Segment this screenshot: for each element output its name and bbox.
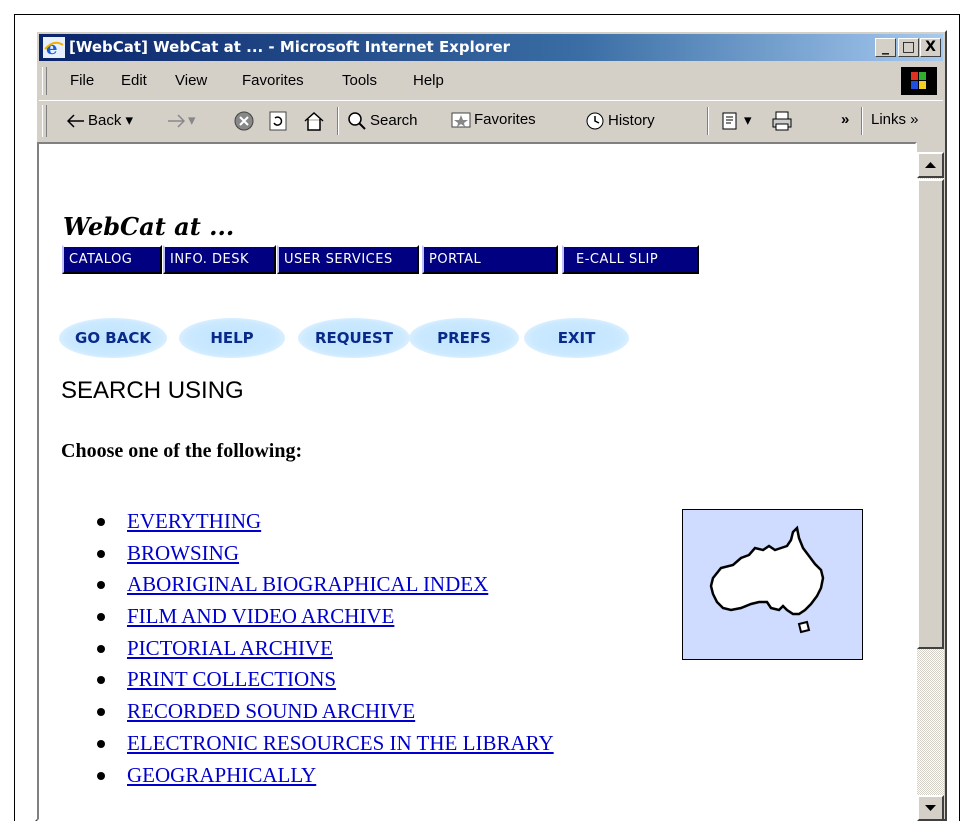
edit-icon [722,112,737,130]
toolbar-separator [707,107,709,135]
australia-map-image[interactable] [682,509,863,660]
option-pictorial-link[interactable]: PICTORIAL ARCHIVE [127,634,333,662]
favorites-label: Favorites [474,111,536,128]
nav-tab-user-services[interactable]: USER SERVICES [277,245,419,274]
forward-button[interactable]: ▾ [167,111,196,129]
bullet [97,518,105,526]
scroll-down-button[interactable] [917,795,944,821]
menu-help[interactable]: Help [413,72,444,89]
maximize-button[interactable]: □ [898,38,919,57]
nav-tab-info-desk[interactable]: INFO. DESK [163,245,276,274]
refresh-icon[interactable] [267,110,289,132]
links-button[interactable]: Links » [871,111,919,128]
page-content: WebCat at ... CATALOG INFO. DESK USER SE… [37,142,917,821]
bullet [97,549,105,558]
stop-icon[interactable] [233,110,255,132]
favorites-icon [451,112,471,128]
search-label: Search [370,111,418,129]
menu-favorites[interactable]: Favorites [242,72,304,89]
vertical-scrollbar[interactable] [917,152,944,821]
scroll-thumb[interactable] [917,179,944,649]
back-label: Back [88,112,122,129]
bullet [97,581,105,590]
bullet [97,739,105,748]
ie-logo-icon: e [43,37,65,58]
toolbar-overflow-button[interactable]: » [841,111,849,128]
bullet [97,771,105,780]
back-arrow-icon [67,114,84,128]
scroll-down-arrow-icon [925,805,936,811]
instruction-text: Choose one of the following: [61,440,303,462]
option-print-collections-link[interactable]: PRINT COLLECTIONS [127,665,336,693]
request-button[interactable]: REQUEST [298,318,410,358]
option-recorded-sound-link[interactable]: RECORDED SOUND ARCHIVE [127,697,415,725]
help-button[interactable]: HELP [179,318,285,358]
browser-window: e [WebCat] WebCat at ... - Microsoft Int… [35,30,947,821]
bullet [97,708,105,717]
close-button[interactable]: X [920,38,941,57]
nav-tab-catalog[interactable]: CATALOG [62,245,162,274]
bullet [97,676,105,685]
australia-outline-icon [709,525,825,634]
menu-edit[interactable]: Edit [121,72,147,89]
standard-toolbar: Back ▾ ▾ Search Favorites History ▾ » Li… [39,100,943,141]
toolbar-separator [861,107,863,135]
toolbar-separator [337,107,339,135]
history-label: History [608,111,655,129]
go-back-button[interactable]: GO BACK [59,318,167,358]
scroll-up-arrow-icon [925,162,936,168]
bullet [97,644,105,653]
option-electronic-resources-link[interactable]: ELECTRONIC RESOURCES IN THE LIBRARY [127,729,554,757]
title-bar[interactable]: e [WebCat] WebCat at ... - Microsoft Int… [39,34,943,61]
menu-grip[interactable] [42,67,47,95]
bullet [97,613,105,622]
nav-tab-portal[interactable]: PORTAL [422,245,558,274]
option-everything-link[interactable]: EVERYTHING [127,507,261,535]
history-button[interactable]: History [585,111,655,131]
scroll-up-button[interactable] [917,152,944,178]
toolbar-grip[interactable] [42,105,47,137]
windows-flag-icon [901,67,937,95]
nav-tab-e-call-slip[interactable]: E-CALL SLIP [562,245,699,274]
forward-arrow-icon [168,114,185,128]
menu-tools[interactable]: Tools [342,72,377,89]
favorites-button[interactable]: Favorites [451,111,536,129]
option-aboriginal-index-link[interactable]: ABORIGINAL BIOGRAPHICAL INDEX [127,570,488,598]
search-icon [348,112,366,130]
prefs-button[interactable]: PREFS [409,318,519,358]
back-button[interactable]: Back ▾ [67,111,133,129]
option-geographically-link[interactable]: GEOGRAPHICALLY [127,761,316,789]
page-title: WebCat at ... [63,212,235,241]
menu-view[interactable]: View [175,72,207,89]
menu-bar: File Edit View Favorites Tools Help [39,65,943,97]
minimize-button[interactable]: _ [875,38,896,57]
edit-button[interactable]: ▾ [721,111,752,131]
print-icon[interactable] [771,110,793,132]
search-button[interactable]: Search [347,111,418,131]
history-icon [586,112,604,130]
svg-text:e: e [46,38,57,58]
exit-button[interactable]: EXIT [524,318,629,358]
option-film-video-link[interactable]: FILM AND VIDEO ARCHIVE [127,602,394,630]
option-browsing-link[interactable]: BROWSING [127,539,239,567]
home-icon[interactable] [303,110,325,132]
section-title: SEARCH USING [61,377,244,404]
menu-file[interactable]: File [70,72,94,89]
window-title: [WebCat] WebCat at ... - Microsoft Inter… [69,38,511,56]
